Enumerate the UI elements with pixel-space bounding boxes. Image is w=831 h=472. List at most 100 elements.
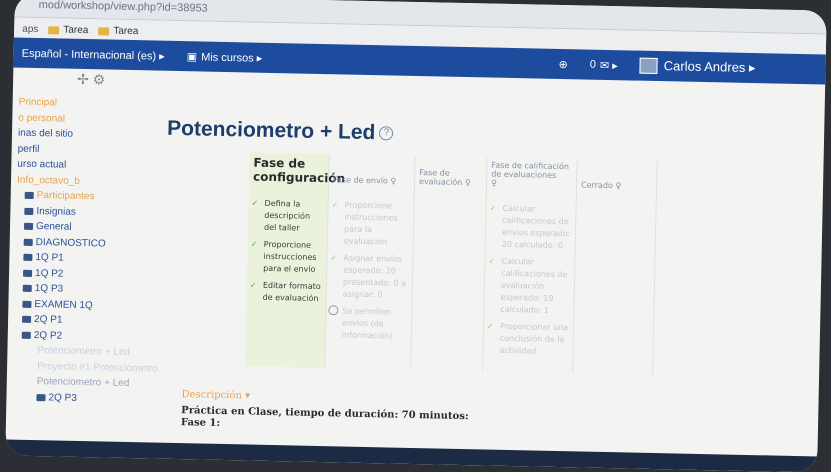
move-icon[interactable]: ✢ — [77, 71, 89, 87]
url-text: mod/workshop/view.php?id=38953 — [38, 0, 208, 15]
check-icon: ✓ — [488, 256, 496, 266]
folder-icon — [23, 269, 33, 277]
avatar — [639, 57, 658, 75]
page-title-text: Potenciometro + Led — [166, 116, 376, 145]
sidebar-item-label: Info_octavo_b — [16, 174, 80, 187]
language-label: Español - Internacional (es) ▸ — [21, 47, 165, 63]
check-icon: ✓ — [250, 239, 258, 249]
user-menu[interactable]: Carlos Andres ▸ — [639, 57, 756, 76]
folder-icon — [22, 300, 32, 308]
folder-icon — [98, 26, 110, 36]
phase-column: Fase de configuración ✓ Defina la descripci… — [245, 152, 346, 369]
phase-column: Cerrado ♀ — [573, 159, 658, 375]
apps-label: aps — [22, 23, 39, 36]
check-icon: ✓ — [249, 280, 257, 290]
phase-title-line: configuración — [252, 169, 346, 186]
notifications-button[interactable]: ⊕ — [558, 57, 567, 70]
phase-title[interactable]: Fase de configuración — [249, 152, 346, 198]
phase-title[interactable]: Fase de envío ♀ — [329, 154, 415, 200]
sidebar-item-label: 1Q P2 — [34, 267, 64, 280]
phase-title-line: Fase de envío ♀ — [333, 175, 397, 186]
phase-task-text: Asignar envíos esperado: 20 presentado: … — [342, 253, 407, 300]
navbar-spacer — [284, 58, 558, 64]
sidebar-item-label: inas del sitio — [17, 127, 74, 141]
sidebar-item-label: 2Q P3 — [48, 392, 77, 404]
phase-task[interactable]: ✓ Proporcione instrucciones para la evalu… — [328, 198, 414, 253]
sidebar-item-label: 1Q P1 — [35, 252, 64, 264]
my-courses-menu[interactable]: ▣ Mis cursos ▸ — [187, 50, 263, 65]
bookmark-label: Tarea — [113, 25, 139, 38]
folder-icon — [23, 254, 33, 262]
monitor-screen: mod/workshop/view.php?id=38953 aps Tarea… — [5, 0, 827, 472]
folder-icon — [23, 238, 33, 246]
folder-icon — [21, 331, 31, 339]
workshop-phases-planner: Fase de configuración ✓ Defina la descripci… — [245, 152, 809, 378]
phase-task-text: Defina la descripción del taller — [263, 198, 311, 233]
check-icon: ✓ — [486, 321, 494, 331]
phase-task-text: Se permiten envíos (de información) — [341, 306, 393, 341]
phase-task-text: Proporcione instrucciones para el envío — [263, 239, 317, 274]
folder-icon — [24, 207, 34, 215]
messages-count: 0 — [589, 58, 597, 71]
sidebar-item-label: o personal — [18, 112, 66, 125]
folder-icon — [48, 25, 60, 34]
gear-icon[interactable]: ⚙ — [93, 71, 106, 87]
phase-task[interactable]: ✓ Editar formato de evaluación — [246, 278, 326, 309]
phase-title-line: de evaluaciones — [491, 169, 557, 180]
sidebar-item-label: Participantes — [36, 190, 95, 203]
bookmark-tarea-2[interactable]: Tarea — [98, 25, 138, 37]
bookmark-label: Tarea — [63, 24, 89, 37]
main-content: Potenciometro + Led? Fase de configuració… — [155, 71, 825, 472]
bell-icon: ⊕ — [558, 58, 568, 71]
phase-task[interactable]: ✓ Calcular calificaciones de envíos esper… — [486, 201, 576, 256]
sidebar-item-label: 2Q P2 — [33, 329, 63, 342]
folder-icon — [24, 192, 34, 200]
page-title: Potenciometro + Led? — [167, 117, 394, 146]
phase-task[interactable]: ✓ Proporcione instrucciones para el envío — [247, 237, 327, 280]
phase-task-text: Calcular calificaciones de evaluación es… — [500, 256, 568, 315]
folder-icon — [23, 223, 34, 231]
description-heading[interactable]: Descripción ▾ — [181, 389, 250, 401]
phase-task[interactable]: ✓ Defina la descripción del taller — [248, 196, 328, 239]
phase-task[interactable]: ✓ Calcular calificaciones de evaluación e… — [484, 254, 574, 321]
sidebar-item-label: DIAGNOSTICO — [35, 236, 106, 250]
navigation-block: ✢ ⚙ Principal o personal inas del sitio per… — [5, 68, 163, 471]
description-body: Práctica en Clase, tiempo de duración: 7… — [181, 405, 469, 435]
sidebar-item-label: Potenciometro + Led — [36, 376, 130, 390]
phase-task[interactable]: ✓ Asignar envíos esperado: 20 presentado:… — [326, 251, 412, 306]
check-icon: ✓ — [331, 200, 339, 210]
phase-column: Fase de calificación de evaluaciones ♀ ✓ Cal… — [483, 157, 578, 374]
sidebar-item-label: urso actual — [17, 158, 67, 171]
phase-task[interactable]: ✓ Proporcionar una conclusión de la activ… — [483, 319, 573, 362]
sidebar-item-label: Insignias — [36, 205, 76, 218]
check-icon: ✓ — [330, 253, 338, 263]
sidebar-item-label: General — [35, 221, 72, 234]
folder-icon — [36, 393, 46, 402]
phase-title-line: ♀ — [490, 178, 498, 188]
envelope-icon: ✉ ▸ — [599, 59, 618, 72]
user-name: Carlos Andres ▸ — [663, 58, 756, 76]
phase-title[interactable]: Cerrado ♀ — [577, 159, 657, 205]
sidebar-item-label: 1Q P3 — [34, 283, 64, 295]
check-icon: ✓ — [251, 198, 259, 208]
bookmark-tarea-1[interactable]: Tarea — [48, 24, 88, 36]
phase-title[interactable]: Fase de evaluación ♀ — [415, 156, 487, 201]
my-courses-label: Mis cursos ▸ — [201, 50, 263, 65]
sidebar-item[interactable]: 2Q P3 — [12, 389, 156, 408]
phase-column: Fase de evaluación ♀ — [411, 155, 488, 372]
phase-title-line: evaluación ♀ — [418, 177, 471, 188]
messages-button[interactable]: 0 ✉ ▸ — [590, 58, 618, 72]
info-icon — [328, 305, 339, 316]
folder-icon — [22, 316, 32, 324]
help-icon[interactable]: ? — [379, 126, 394, 141]
sidebar-item-label: perfil — [17, 143, 40, 155]
language-menu[interactable]: Español - Internacional (es) ▸ — [22, 46, 165, 62]
sidebar-item-label: EXAMEN 1Q — [34, 298, 93, 311]
phase-task-text: Editar formato de evaluación — [262, 280, 321, 303]
phase-task[interactable]: Se permiten envíos (de información) — [326, 304, 412, 347]
sidebar-item-label: Principal — [18, 96, 58, 109]
folder-icon — [22, 285, 32, 293]
sidebar-item-label: Potenciometro + Led — [37, 345, 131, 359]
block-controls[interactable]: ✢ ⚙ — [19, 68, 164, 98]
phase-title[interactable]: Fase de calificación de evaluaciones ♀ — [487, 157, 577, 203]
